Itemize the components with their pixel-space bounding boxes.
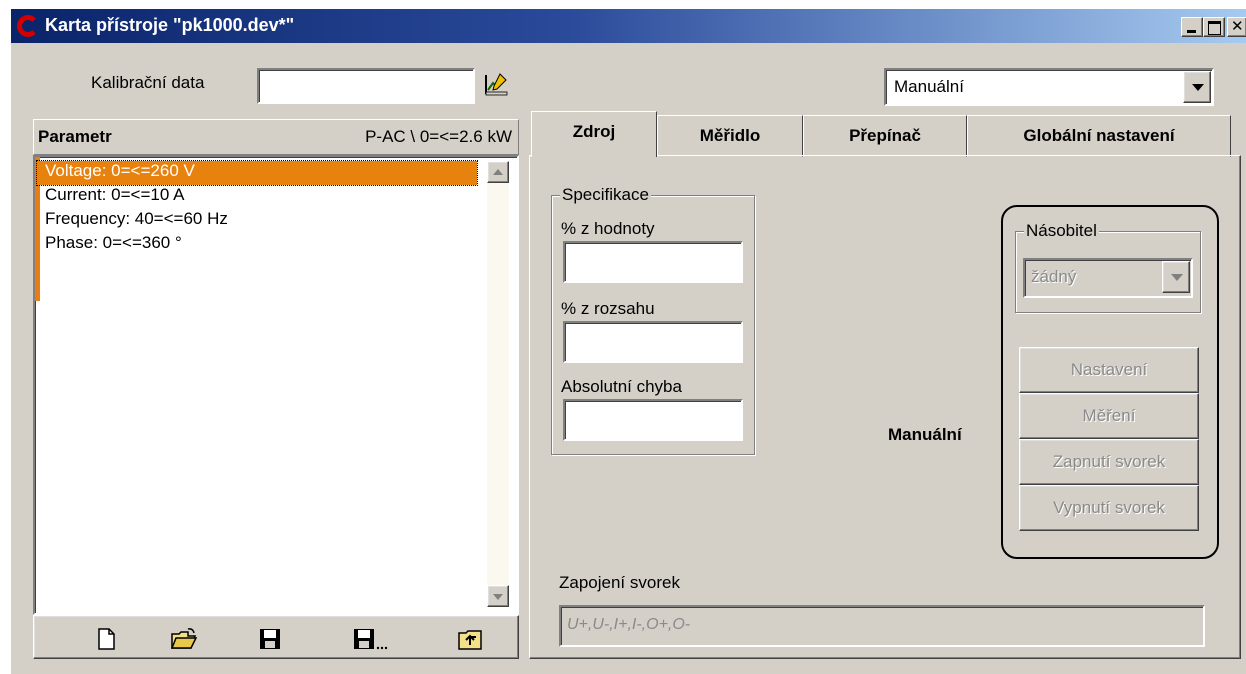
close-button[interactable] xyxy=(1227,17,1246,37)
mode-select-value: Manuální xyxy=(894,77,964,96)
tab-prepinac[interactable]: Přepínač xyxy=(803,115,967,157)
save-icon[interactable] xyxy=(256,626,284,652)
mode-select[interactable]: Manuální xyxy=(884,68,1214,106)
percent-of-range-label: % z rozsahu xyxy=(561,299,655,318)
minimize-button[interactable] xyxy=(1181,17,1203,37)
calibration-input[interactable] xyxy=(257,68,475,104)
edit-chart-icon[interactable] xyxy=(483,71,509,97)
save-as-icon[interactable] xyxy=(350,626,390,652)
terminals-on-button: Zapnutí svorek xyxy=(1019,439,1199,485)
title-bar[interactable]: Karta přístroje "pk1000.dev*" xyxy=(11,9,1246,43)
list-item[interactable]: Phase: 0=<=360 ° xyxy=(45,233,182,257)
up-folder-icon[interactable] xyxy=(456,626,484,652)
new-file-icon[interactable] xyxy=(92,626,120,652)
percent-of-value-input[interactable] xyxy=(563,241,743,283)
scrollbar-track[interactable] xyxy=(487,183,509,585)
window-title: Karta přístroje "pk1000.dev*" xyxy=(45,15,295,35)
parameter-toolbar xyxy=(33,615,519,659)
specification-title: Specifikace xyxy=(560,185,651,205)
calibration-label: Kalibrační data xyxy=(91,73,205,92)
terminals-label: Zapojení svorek xyxy=(559,573,680,592)
open-folder-icon[interactable] xyxy=(170,626,198,652)
multiplier-title: Násobitel xyxy=(1024,221,1099,241)
absolute-error-label: Absolutní chyba xyxy=(561,377,682,396)
terminals-value: U+,U-,I+,I-,O+,O- xyxy=(567,616,691,633)
percent-of-range-input[interactable] xyxy=(563,321,743,363)
multiplier-value: žádný xyxy=(1031,267,1077,286)
scroll-down-icon[interactable] xyxy=(487,585,509,607)
parameter-header-range: P-AC \ 0=<=2.6 kW xyxy=(365,127,512,146)
parameter-list-header: Parametr P-AC \ 0=<=2.6 kW xyxy=(33,119,519,155)
tab-zdroj[interactable]: Zdroj xyxy=(531,111,657,157)
absolute-error-input[interactable] xyxy=(563,399,743,441)
measure-button: Měření xyxy=(1019,393,1199,439)
settings-button: Nastavení xyxy=(1019,347,1199,393)
maximize-button[interactable] xyxy=(1203,17,1225,37)
scroll-up-icon[interactable] xyxy=(487,161,509,183)
tab-meridlo[interactable]: Měřidlo xyxy=(657,115,803,157)
parameter-list[interactable]: Voltage: 0=<=260 V Current: 0=<=10 A Fre… xyxy=(33,155,519,615)
parameter-header-label: Parametr xyxy=(38,127,112,146)
terminals-input: U+,U-,I+,I-,O+,O- xyxy=(559,605,1205,647)
list-item[interactable]: Voltage: 0=<=260 V xyxy=(36,160,478,186)
percent-of-value-label: % z hodnoty xyxy=(561,219,655,238)
manual-mode-label: Manuální xyxy=(888,425,962,444)
device-card-window: Karta přístroje "pk1000.dev*" Kalibrační… xyxy=(10,8,1246,674)
list-item[interactable]: Current: 0=<=10 A xyxy=(45,185,184,209)
chevron-down-icon xyxy=(1162,261,1190,293)
tab-globalni-nastaveni[interactable]: Globální nastavení xyxy=(967,115,1231,157)
app-logo-icon xyxy=(17,15,39,37)
multiplier-select: žádný xyxy=(1023,258,1193,298)
chevron-down-icon[interactable] xyxy=(1183,71,1211,103)
terminals-off-button: Vypnutí svorek xyxy=(1019,485,1199,531)
list-item[interactable]: Frequency: 40=<=60 Hz xyxy=(45,209,228,233)
